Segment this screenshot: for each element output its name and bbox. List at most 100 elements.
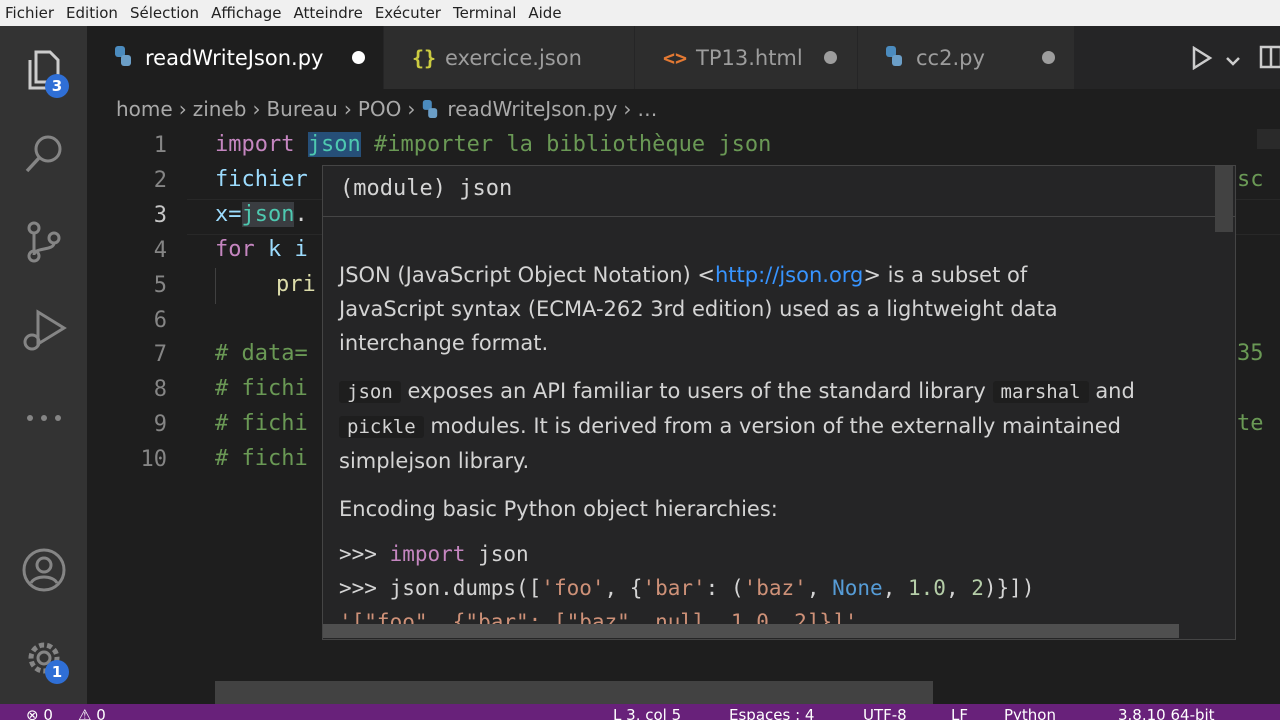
code-line-1: import json #importer la bibliothèque js… — [215, 132, 771, 157]
menu-executer[interactable]: Exécuter — [375, 4, 441, 22]
code-line-4: for k i — [215, 237, 308, 262]
cursor-position[interactable]: L 3, col 5 — [613, 706, 681, 720]
source-control-button[interactable] — [0, 212, 87, 272]
code-line-10: # fichi — [215, 446, 308, 471]
chevron-right-icon: › — [178, 97, 187, 121]
menu-terminal[interactable]: Terminal — [453, 4, 516, 22]
breadcrumb-home[interactable]: home — [116, 97, 173, 121]
hover-vertical-scrollbar[interactable] — [1215, 166, 1233, 232]
python-icon — [113, 45, 133, 67]
play-icon — [1192, 45, 1213, 71]
line-number: 4 — [153, 238, 167, 263]
hover-paragraph: interchange format. — [339, 331, 549, 355]
unsaved-dot-icon[interactable] — [824, 51, 837, 64]
search-button[interactable] — [0, 124, 87, 184]
json-org-link[interactable]: http://json.org — [715, 263, 863, 287]
horizontal-scrollbar[interactable] — [215, 681, 933, 704]
code-line-8: # fichi — [215, 376, 308, 401]
hover-code-line: >>> import json — [339, 542, 529, 566]
menu-atteindre[interactable]: Atteindre — [294, 4, 363, 22]
menu-selection[interactable]: Sélection — [130, 4, 199, 22]
run-file-button[interactable] — [1191, 45, 1213, 74]
breadcrumb-bureau[interactable]: Bureau — [266, 97, 337, 121]
hover-divider — [323, 216, 1235, 217]
tab-tp13-html[interactable]: <> TP13.html — [635, 26, 857, 89]
hover-paragraph: pickle modules. It is derived from a ver… — [339, 409, 1219, 444]
hover-horizontal-scrollbar[interactable] — [323, 624, 1179, 638]
code-line-3: x=json. — [215, 202, 308, 227]
unsaved-dot-icon[interactable] — [352, 51, 365, 64]
hover-text: JSON (JavaScript Object Notation) < — [339, 263, 715, 287]
hover-signature: (module) json — [340, 176, 513, 201]
hover-text: and — [1095, 379, 1135, 403]
split-editor-button[interactable] — [1259, 45, 1280, 73]
explorer-button[interactable]: 3 — [0, 40, 87, 100]
language-mode[interactable]: Python — [1004, 706, 1056, 720]
breadcrumb: home › zineb › Bureau › POO › readWriteJ… — [87, 89, 1280, 129]
code-text: , — [806, 576, 833, 600]
ellipsis-icon — [26, 415, 61, 421]
chevron-right-icon: › — [252, 97, 261, 121]
breadcrumb-file[interactable]: readWriteJson.py — [447, 97, 617, 121]
encoding[interactable]: UTF-8 — [863, 706, 907, 720]
inline-code: marshal — [992, 381, 1089, 403]
variable: x= — [215, 202, 242, 227]
python-icon — [884, 45, 904, 67]
chevron-right-icon: › — [407, 97, 416, 121]
tab-cc2-py[interactable]: cc2.py — [858, 26, 1074, 89]
accounts-button[interactable] — [0, 540, 87, 600]
run-options-button[interactable] — [1225, 52, 1241, 71]
menu-aide[interactable]: Aide — [528, 4, 561, 22]
keyword: import — [215, 132, 295, 157]
run-debug-button[interactable] — [0, 300, 87, 360]
line-number: 5 — [153, 273, 167, 298]
number: 1.0 — [908, 576, 946, 600]
settings-badge: 1 — [45, 660, 69, 684]
inline-code: json — [339, 381, 401, 403]
line-number: 2 — [153, 168, 167, 193]
menu-affichage[interactable]: Affichage — [211, 4, 281, 22]
python-interpreter[interactable]: 3.8.10 64-bit — [1118, 706, 1215, 720]
tab-readwritejson[interactable]: readWriteJson.py — [87, 26, 383, 89]
tab-label: TP13.html — [696, 45, 803, 70]
manage-button[interactable]: 1 — [0, 628, 87, 688]
breadcrumb-zineb[interactable]: zineb — [193, 97, 247, 121]
string: 'baz' — [743, 576, 807, 600]
overview-ruler[interactable] — [1257, 129, 1280, 149]
tab-label: cc2.py — [916, 45, 985, 70]
menu-fichier[interactable]: Fichier — [5, 4, 54, 22]
warnings-count[interactable]: ⚠ 0 — [78, 706, 106, 720]
more-button[interactable] — [0, 388, 87, 448]
line-number: 6 — [153, 308, 167, 333]
keyword: import — [389, 542, 466, 566]
code-text: , { — [604, 576, 643, 600]
code-text: json — [465, 542, 529, 566]
breadcrumb-symbol[interactable]: … — [637, 97, 657, 121]
tab-exercice-json[interactable]: {} exercice.json — [384, 26, 634, 89]
chevron-right-icon: › — [623, 97, 632, 121]
menu-edition[interactable]: Edition — [66, 4, 118, 22]
indentation[interactable]: Espaces : 4 — [729, 706, 814, 720]
module-name: json — [307, 132, 361, 157]
code-line-2: fichier — [215, 167, 308, 192]
code-line-5: pri — [276, 272, 316, 297]
errors-count[interactable]: ⊗ 0 — [26, 706, 53, 720]
tab-label: exercice.json — [445, 45, 582, 70]
tab-bar: readWriteJson.py {} exercice.json <> TP1… — [87, 26, 1280, 89]
line-number: 3 — [153, 203, 167, 228]
hover-paragraph: Encoding basic Python object hierarchies… — [339, 497, 778, 521]
indent-guide — [215, 268, 216, 304]
tab-label: readWriteJson.py — [145, 45, 324, 70]
hover-tooltip: (module) json JSON (JavaScript Object No… — [322, 165, 1236, 640]
hover-text: modules. It is derived from a version of… — [430, 414, 1121, 438]
menu-bar: Fichier Edition Sélection Affichage Atte… — [0, 0, 1280, 26]
split-editor-icon — [1259, 45, 1280, 69]
explorer-badge: 3 — [45, 74, 69, 98]
end-of-line[interactable]: LF — [951, 706, 968, 720]
breadcrumb-poo[interactable]: POO — [358, 97, 402, 121]
code-overflow-right: te — [1237, 411, 1264, 436]
punctuation: . — [294, 202, 308, 227]
unsaved-dot-icon[interactable] — [1042, 51, 1055, 64]
account-icon — [22, 548, 65, 592]
line-number: 8 — [153, 377, 167, 402]
